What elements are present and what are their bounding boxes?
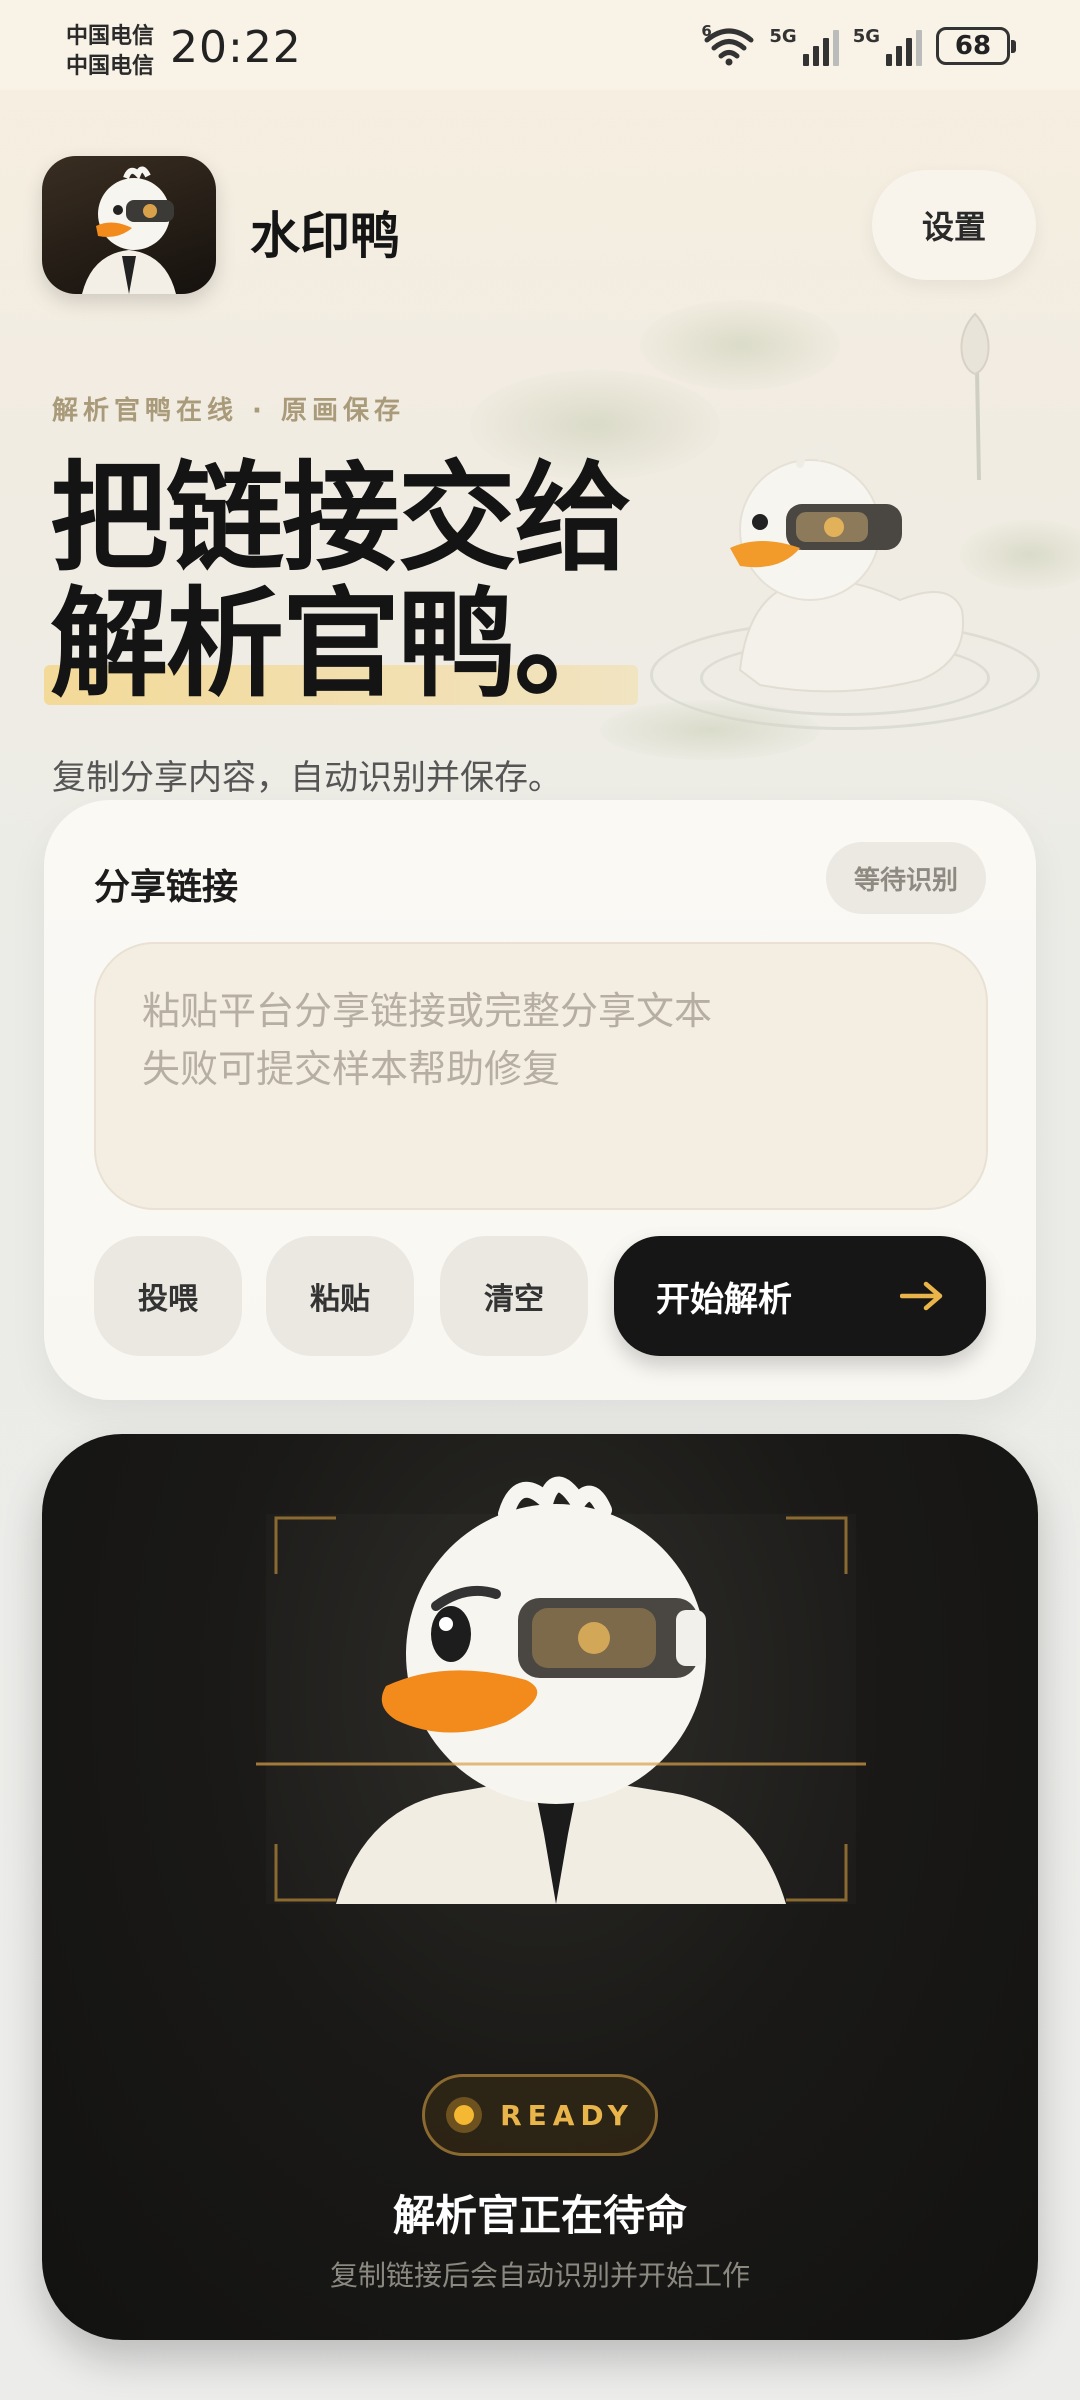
settings-button[interactable]: 设置 bbox=[872, 170, 1036, 280]
ready-subtitle: 复制链接后会自动识别并开始工作 bbox=[329, 2259, 750, 2292]
battery-icon: 68 bbox=[936, 27, 1016, 65]
wifi-icon: 6 bbox=[701, 22, 755, 66]
carrier-1: 中国电信 bbox=[66, 24, 155, 49]
start-parse-label: 开始解析 bbox=[656, 1279, 792, 1320]
carrier-labels: 中国电信 中国电信 bbox=[66, 22, 154, 82]
share-link-card: 分享链接 等待识别 粘贴平台分享链接或完整分享文本 失败可提交样本帮助修复 投喂… bbox=[44, 800, 1036, 1400]
signal-icon: 5G bbox=[769, 26, 839, 66]
carrier-2: 中国电信 bbox=[66, 54, 155, 79]
ready-status-badge: READY bbox=[422, 2074, 658, 2156]
ready-title: 解析官正在待命 bbox=[392, 2191, 687, 2240]
input-placeholder-line-2: 失败可提交样本帮助修复 bbox=[142, 1047, 561, 1091]
paste-button[interactable]: 粘贴 bbox=[266, 1236, 414, 1356]
card-title: 分享链接 bbox=[94, 867, 239, 908]
ready-label: READY bbox=[500, 2098, 634, 2132]
start-parse-button[interactable]: 开始解析 bbox=[614, 1236, 986, 1356]
network-type-1: 5G bbox=[769, 26, 797, 47]
app-name: 水印鸭 bbox=[250, 207, 400, 265]
hero-title: 把链接交给 解析官鸭。 bbox=[43, 449, 639, 713]
arrow-right-icon bbox=[900, 1281, 943, 1311]
duck-mascot-icon bbox=[82, 166, 176, 294]
network-type-2: 5G bbox=[852, 26, 880, 47]
lily-pad-decor bbox=[640, 300, 840, 390]
hero-title-line-2: 解析官鸭。 bbox=[43, 575, 639, 713]
input-placeholder-line-1: 粘贴平台分享链接或完整分享文本 bbox=[142, 989, 713, 1033]
hero-subtitle: 复制分享内容，自动识别并保存。 bbox=[52, 758, 562, 798]
ready-card: READY 解析官正在待命 复制链接后会自动识别并开始工作 bbox=[42, 1434, 1038, 2340]
clear-button[interactable]: 清空 bbox=[440, 1236, 588, 1356]
share-link-input[interactable]: 粘贴平台分享链接或完整分享文本 失败可提交样本帮助修复 bbox=[94, 942, 988, 1210]
clock: 20:22 bbox=[170, 22, 302, 73]
wifi-badge: 6 bbox=[701, 22, 712, 40]
app-avatar bbox=[42, 156, 216, 294]
status-icons: 6 5G 5G 68 bbox=[701, 22, 1016, 66]
duck-scanner-illustration bbox=[256, 1476, 866, 1904]
hero-title-line-1: 把链接交给 bbox=[50, 449, 632, 587]
battery-level: 68 bbox=[954, 31, 992, 61]
signal-icon: 5G bbox=[853, 26, 922, 66]
feed-button[interactable]: 投喂 bbox=[94, 1236, 242, 1356]
swimming-duck-illustration bbox=[730, 441, 965, 693]
tagline: 解析官鸭在线 · 原画保存 bbox=[52, 396, 405, 426]
status-badge: 等待识别 bbox=[826, 842, 986, 914]
status-dot-icon bbox=[446, 2097, 483, 2133]
status-bar: 中国电信 中国电信 20:22 6 5G 5G 68 bbox=[0, 0, 1080, 90]
